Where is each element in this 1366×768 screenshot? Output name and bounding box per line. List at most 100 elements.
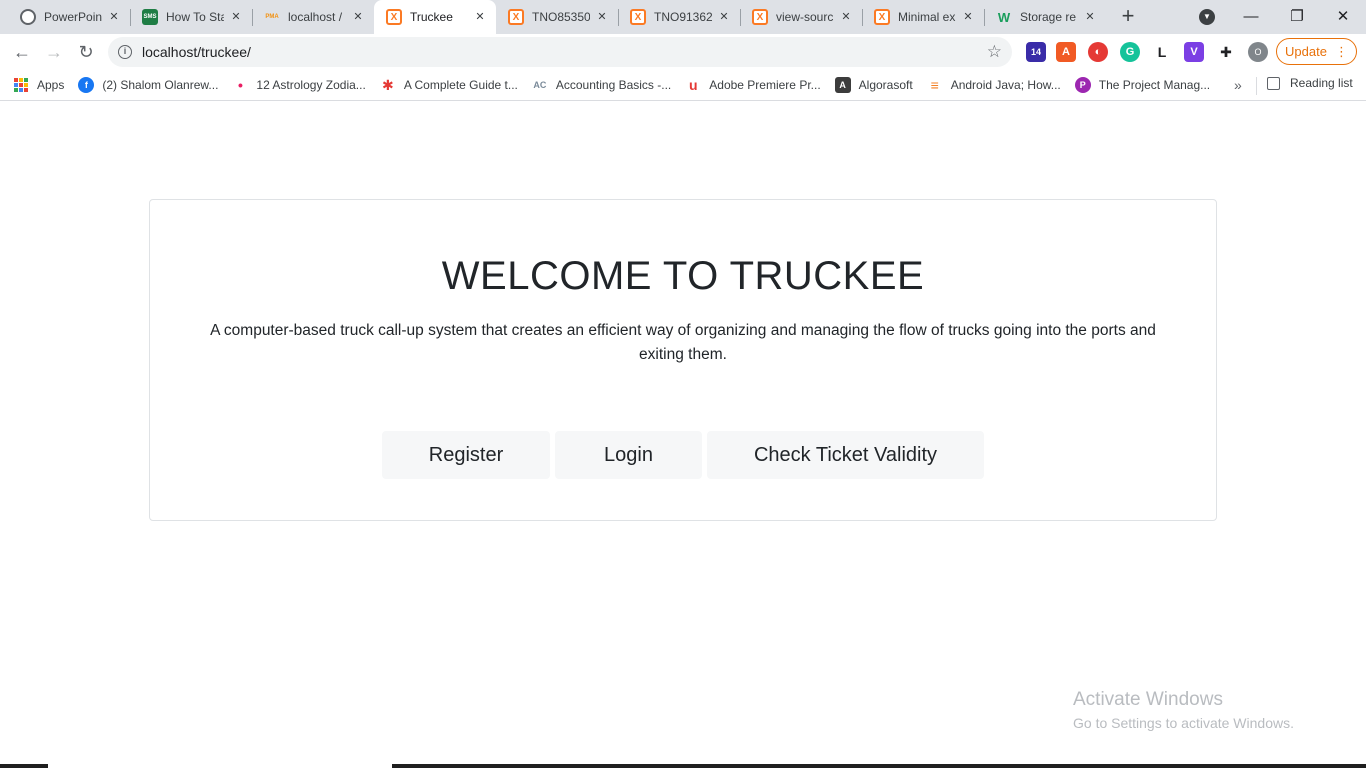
- close-tab-icon[interactable]: ✕: [350, 9, 366, 25]
- graduation-cap-extension-icon[interactable]: 14: [1026, 42, 1046, 62]
- bookmark-star-icon[interactable]: ☆: [987, 42, 1002, 62]
- site-info-icon[interactable]: i: [118, 45, 132, 59]
- close-tab-icon[interactable]: ✕: [228, 9, 244, 25]
- xampp-icon: X: [752, 9, 768, 25]
- grammarly-extension-icon[interactable]: G: [1120, 42, 1140, 62]
- xampp-icon: X: [874, 9, 890, 25]
- update-button[interactable]: Update ⋮: [1276, 38, 1357, 65]
- profile-avatar[interactable]: O: [1248, 42, 1268, 62]
- astrology-icon: •: [237, 77, 243, 93]
- bookmark-item[interactable]: A Algorasoft: [834, 77, 913, 93]
- algorasoft-icon: A: [834, 77, 851, 93]
- tab-title: localhost /: [288, 10, 343, 24]
- page-title: WELCOME TO TRUCKEE: [441, 254, 925, 298]
- w-icon: W: [997, 9, 1011, 25]
- browser-toolbar: ← → ↻ i localhost/truckee/ ☆ 14 A ◐ G L V ✚ O …: [0, 34, 1366, 70]
- bookmark-item[interactable]: f (2) Shalom Olanrew...: [78, 77, 218, 93]
- close-tab-icon[interactable]: ✕: [594, 9, 610, 25]
- sms-icon: SMS: [142, 9, 158, 25]
- close-tab-icon[interactable]: ✕: [1082, 9, 1098, 25]
- bookmark-label: 12 Astrology Zodia...: [256, 78, 366, 92]
- bookmark-label: Apps: [37, 78, 65, 92]
- globe-icon: [20, 9, 36, 25]
- phpmyadmin-icon: PMA: [265, 14, 279, 20]
- forward-arrow-icon[interactable]: →: [40, 38, 68, 66]
- close-tab-icon[interactable]: ✕: [838, 9, 854, 25]
- page-description: A computer-based truck call-up system th…: [210, 322, 1156, 363]
- tab-title: How To Sta: [166, 10, 224, 24]
- tab-list: PowerPoint ✕ SMS How To Sta ✕ PMA localhost / ✕…: [0, 0, 1106, 34]
- close-tab-icon[interactable]: ✕: [960, 9, 976, 25]
- bookmark-item[interactable]: Apps: [14, 78, 64, 92]
- xampp-icon: X: [508, 9, 524, 25]
- asterisk-icon: ✱: [381, 76, 394, 93]
- taskbar-edge: [0, 764, 1366, 768]
- back-arrow-icon[interactable]: ←: [8, 38, 36, 66]
- tab-7[interactable]: X Minimal ex ✕: [862, 0, 984, 34]
- tab-title: Truckee: [410, 10, 453, 24]
- reading-list-button[interactable]: Reading list: [1267, 76, 1353, 90]
- address-bar[interactable]: i localhost/truckee/ ☆: [108, 37, 1012, 67]
- translate-extension-icon[interactable]: A: [1056, 42, 1076, 62]
- bookmark-item[interactable]: ≡ Android Java; How...: [927, 77, 1061, 93]
- tab-6[interactable]: Xview-sourc ✕: [740, 0, 862, 34]
- menu-kebab-icon[interactable]: ⋮: [1335, 44, 1348, 60]
- ac-icon: AC: [533, 80, 547, 90]
- tab-4[interactable]: X TNO85350 ✕: [496, 0, 618, 34]
- check-ticket-validity-button[interactable]: Check Ticket Validity: [707, 431, 984, 479]
- bookmark-label: Algorasoft: [858, 78, 913, 92]
- tab-title: TNO91362: [654, 10, 712, 24]
- facebook-icon: f: [78, 77, 95, 93]
- welcome-card: WELCOME TO TRUCKEE A computer-based truc…: [149, 199, 1217, 521]
- bookmark-label: (2) Shalom Olanrew...: [102, 78, 219, 92]
- bookmark-label: Accounting Basics -...: [555, 78, 672, 92]
- register-button[interactable]: Register: [382, 431, 550, 479]
- reload-icon[interactable]: ↻: [72, 38, 100, 66]
- tab-5[interactable]: X TNO91362 ✕: [618, 0, 740, 34]
- xampp-icon: X: [630, 9, 646, 25]
- puzzle-extension-icon[interactable]: ✚: [1216, 42, 1236, 62]
- tab-1[interactable]: SMS How To Sta ✕: [130, 0, 252, 34]
- close-tab-icon[interactable]: ✕: [716, 9, 732, 25]
- red-circle-extension-icon[interactable]: ◐: [1088, 42, 1108, 62]
- bookmarks-overflow-icon[interactable]: »: [1234, 77, 1242, 93]
- apps-grid-icon: [14, 78, 28, 92]
- bookmark-item[interactable]: ✱ A Complete Guide t...: [380, 77, 518, 93]
- bookmark-item[interactable]: P The Project Manag...: [1074, 77, 1210, 93]
- project-icon: P: [1074, 77, 1091, 93]
- tab-3[interactable]: X Truckee ✕: [374, 0, 496, 34]
- bookmark-label: A Complete Guide t...: [403, 78, 518, 92]
- tab-title: PowerPoint: [44, 10, 102, 24]
- l-extension-icon[interactable]: L: [1152, 42, 1172, 62]
- bookmarks-bar: Apps f (2) Shalom Olanrew... • 12 Astrology …: [0, 70, 1366, 101]
- stackoverflow-icon: ≡: [930, 77, 939, 93]
- reading-list-icon: [1267, 76, 1280, 90]
- close-tab-icon[interactable]: ✕: [472, 9, 488, 25]
- bookmark-item[interactable]: u Adobe Premiere Pr...: [685, 77, 821, 93]
- watermark-subtitle: Go to Settings to activate Windows.: [1073, 715, 1294, 731]
- bookmark-list: Apps f (2) Shalom Olanrew... • 12 Astrology …: [14, 77, 1224, 93]
- bookmark-item[interactable]: AC Accounting Basics -...: [532, 77, 671, 93]
- new-tab-button[interactable]: +: [1114, 3, 1142, 31]
- close-window-button[interactable]: ✕: [1320, 0, 1366, 32]
- reading-list-label: Reading list: [1290, 76, 1353, 90]
- tab-8[interactable]: W Storage re ✕: [984, 0, 1106, 34]
- activate-windows-watermark: Activate Windows Go to Settings to activ…: [1073, 689, 1294, 731]
- bookmark-item[interactable]: • 12 Astrology Zodia...: [232, 77, 366, 93]
- minimize-button[interactable]: —: [1228, 0, 1274, 32]
- adobe-icon: u: [688, 77, 698, 93]
- tab-strip: PowerPoint ✕ SMS How To Sta ✕ PMA localhost / ✕…: [0, 0, 1366, 34]
- watermark-title: Activate Windows: [1073, 689, 1223, 710]
- bookmarks-divider: [1256, 77, 1257, 95]
- login-button[interactable]: Login: [555, 431, 702, 479]
- v-extension-icon[interactable]: V: [1184, 42, 1204, 62]
- tab-search-icon[interactable]: ▼: [1199, 9, 1215, 25]
- tab-2[interactable]: PMA localhost / ✕: [252, 0, 374, 34]
- close-tab-icon[interactable]: ✕: [106, 9, 122, 25]
- bookmark-label: Adobe Premiere Pr...: [709, 78, 821, 92]
- url-text[interactable]: localhost/truckee/: [142, 44, 251, 60]
- update-label: Update: [1285, 44, 1327, 59]
- maximize-button[interactable]: ❐: [1274, 0, 1320, 32]
- tab-title: TNO85350: [532, 10, 590, 24]
- tab-0[interactable]: PowerPoint ✕: [8, 0, 130, 34]
